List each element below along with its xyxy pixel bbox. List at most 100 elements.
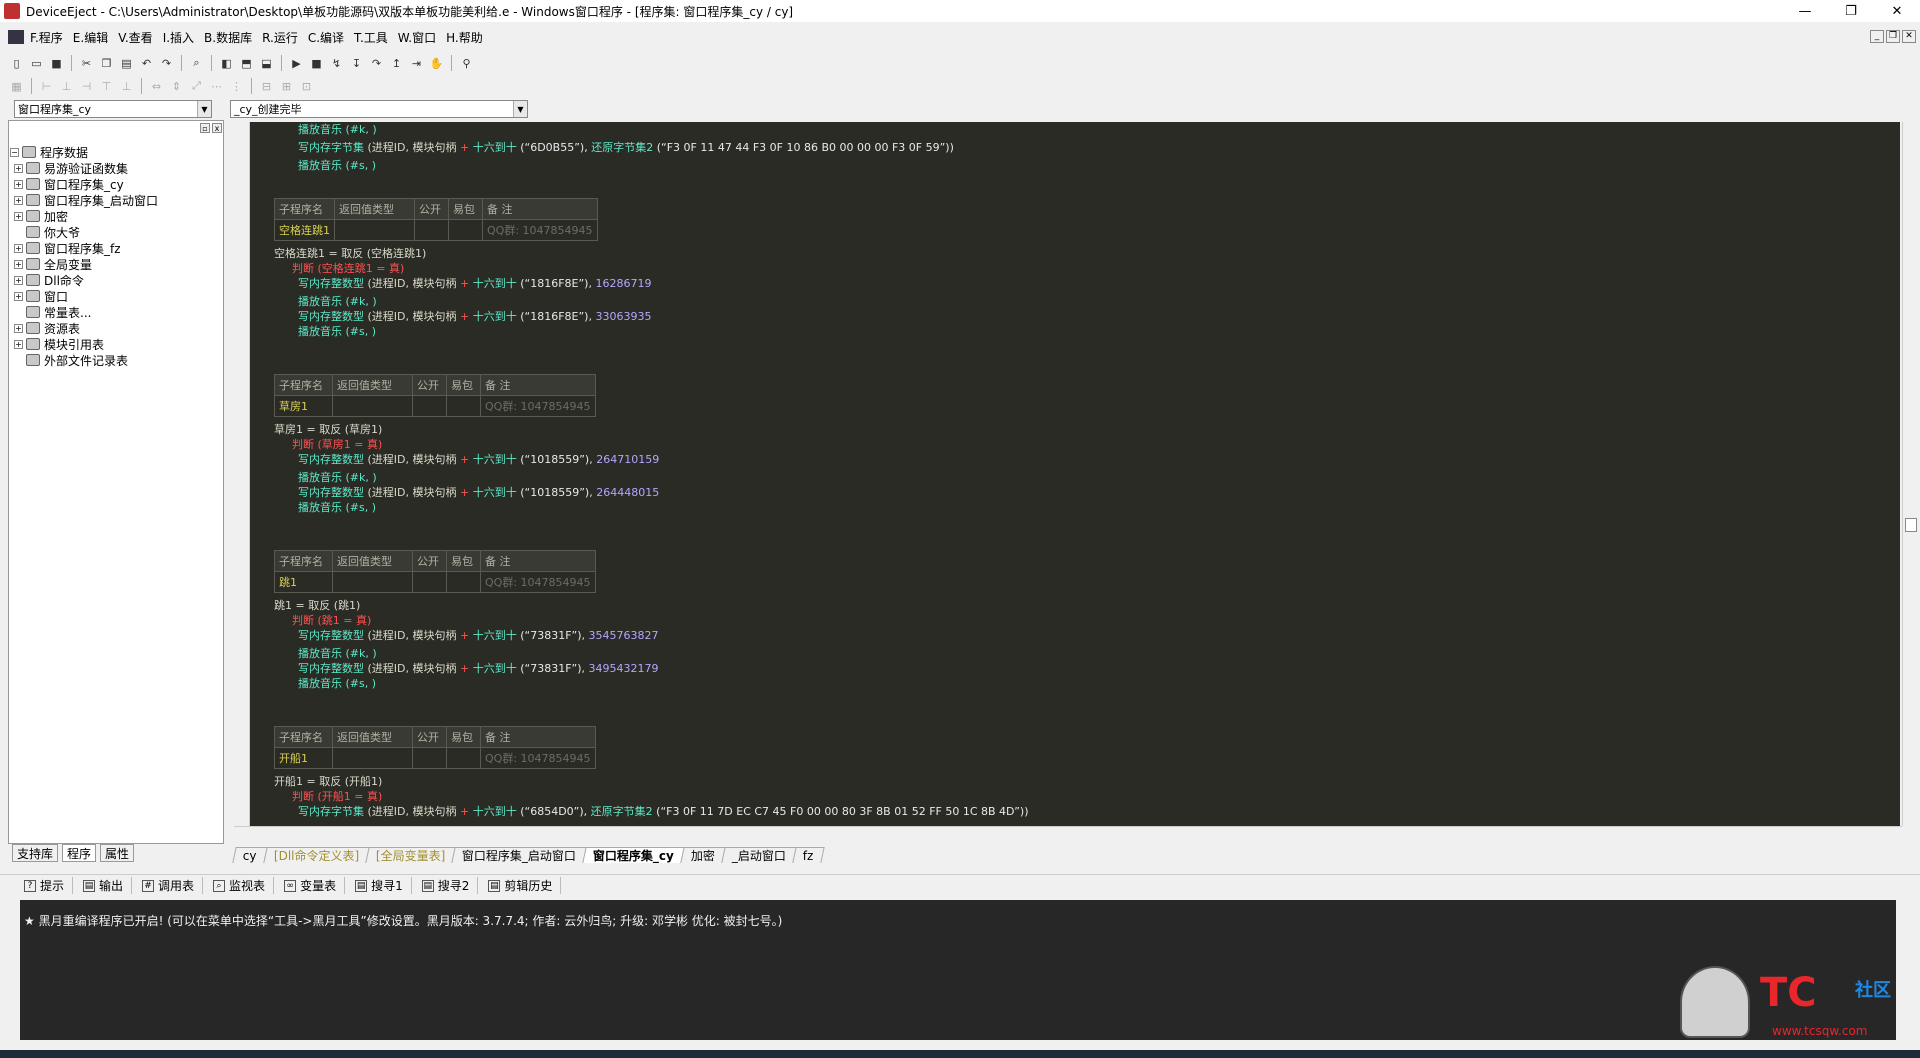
stop-icon[interactable]: ■ — [308, 55, 325, 72]
code-line[interactable]: 播放音乐 (#s, ) — [298, 158, 376, 173]
sub-name-cell[interactable]: 跳1 — [274, 571, 333, 593]
code-line[interactable]: 写内存字节集 (进程ID, 模块句柄 + 十六到十 (“6D0B55”), 还原… — [298, 140, 954, 155]
layout-top-icon[interactable]: ⬒ — [238, 55, 255, 72]
layout-left-icon[interactable]: ◧ — [218, 55, 235, 72]
sub-remark-cell[interactable]: QQ群: 1047854945 — [482, 219, 598, 241]
step-into-icon[interactable]: ↧ — [348, 55, 365, 72]
subroutine-table-row[interactable]: 空格连跳1 QQ群: 1047854945 — [274, 219, 598, 241]
tree-node[interactable]: + 模块引用表 — [14, 336, 158, 352]
align-top-icon[interactable]: ⊤ — [98, 78, 115, 95]
expand-toggle-icon[interactable]: + — [14, 339, 23, 349]
code-line[interactable]: 跳1 = 取反 (跳1) — [274, 598, 360, 613]
same-size-icon[interactable]: ⤢ — [188, 78, 205, 95]
code-line[interactable]: 写内存整数型 (进程ID, 模块句柄 + 十六到十 (“1018559”), 2… — [298, 485, 659, 500]
code-line[interactable]: 播放音乐 (#s, ) — [298, 676, 376, 691]
new-icon[interactable]: ▯ — [8, 55, 25, 72]
assembly-select[interactable]: 窗口程序集_cy ▼ — [14, 100, 212, 118]
expand-toggle-icon[interactable]: − — [10, 147, 19, 157]
code-line[interactable]: 判断 (开船1 = 真) — [292, 789, 382, 804]
mdi-close-button[interactable]: ✕ — [1902, 30, 1916, 43]
expand-toggle-icon[interactable]: + — [14, 259, 23, 269]
minimize-button[interactable]: — — [1782, 0, 1828, 22]
sub-remark-cell[interactable]: QQ群: 1047854945 — [480, 395, 596, 417]
sub-remark-cell[interactable]: QQ群: 1047854945 — [480, 571, 596, 593]
expand-toggle-icon[interactable]: + — [14, 323, 23, 333]
code-line[interactable]: 写内存整数型 (进程ID, 模块句柄 + 十六到十 (“1018559”), 2… — [298, 452, 659, 467]
sub-cell[interactable] — [332, 395, 413, 417]
code-line[interactable]: 写内存字节集 (进程ID, 模块句柄 + 十六到十 (“6854D0”), 还原… — [298, 804, 1029, 819]
tree-node[interactable]: + 加密 — [14, 208, 158, 224]
tree-node[interactable]: − 程序数据 — [10, 144, 158, 160]
sub-cell[interactable] — [448, 219, 483, 241]
align-bottom-icon[interactable]: ⊥ — [118, 78, 135, 95]
editor-tab[interactable]: 窗口程序集_cy — [582, 847, 686, 863]
output-scrollbar[interactable] — [1898, 900, 1914, 1040]
expand-toggle-icon[interactable]: + — [14, 211, 23, 221]
code-line[interactable]: 播放音乐 (#k, ) — [298, 294, 377, 309]
sub-cell[interactable] — [412, 395, 447, 417]
code-line[interactable]: 播放音乐 (#k, ) — [298, 470, 377, 485]
center-h-icon[interactable]: ⊟ — [258, 78, 275, 95]
panel-pin-icon[interactable]: ▫ — [200, 123, 210, 133]
bottom-tab[interactable]: # 调用表 — [142, 877, 204, 894]
editor-tab[interactable]: cy — [232, 847, 268, 863]
editor-tab[interactable]: [Dll命令定义表] — [263, 847, 370, 863]
subroutine-table[interactable]: 子程序名 返回值类型 公开 易包备 注开船1 QQ群: 1047854945 — [274, 726, 596, 769]
menu-tools[interactable]: T.工具 — [354, 29, 388, 46]
run-to-cursor-icon[interactable]: ⇥ — [408, 55, 425, 72]
mdi-minimize-button[interactable]: _ — [1870, 30, 1884, 43]
code-line[interactable]: 判断 (草房1 = 真) — [292, 437, 382, 452]
editor-tab[interactable]: 窗口程序集_启动窗口 — [451, 847, 588, 863]
menu-run[interactable]: R.运行 — [262, 29, 298, 46]
expand-toggle-icon[interactable]: + — [14, 179, 23, 189]
sub-cell[interactable] — [446, 747, 481, 769]
sub-cell[interactable] — [446, 571, 481, 593]
menu-edit[interactable]: E.编辑 — [73, 29, 108, 46]
close-button[interactable]: ✕ — [1874, 0, 1920, 22]
menu-window[interactable]: W.窗口 — [398, 29, 436, 46]
align-left-icon[interactable]: ⊢ — [38, 78, 55, 95]
sub-cell[interactable] — [412, 571, 447, 593]
editor-tab[interactable]: _启动窗口 — [721, 847, 798, 863]
tool-binoculars-icon[interactable]: ⚲ — [458, 55, 475, 72]
cut-icon[interactable]: ✂ — [78, 55, 95, 72]
paste-icon[interactable]: ▤ — [118, 55, 135, 72]
sub-cell[interactable] — [332, 571, 413, 593]
tab-properties[interactable]: 属性 — [100, 844, 135, 862]
hand-icon[interactable]: ✋ — [428, 55, 445, 72]
bottom-tab[interactable]: ▤ 输出 — [83, 877, 133, 894]
tree-node[interactable]: + 窗口程序集_cy — [14, 176, 158, 192]
tree-node[interactable]: + 易游验证函数集 — [14, 160, 158, 176]
expand-toggle-icon[interactable]: + — [14, 195, 23, 205]
sub-name-cell[interactable]: 草房1 — [274, 395, 333, 417]
step-out-icon[interactable]: ↥ — [388, 55, 405, 72]
maximize-button[interactable]: ❐ — [1828, 0, 1874, 22]
sub-remark-cell[interactable]: QQ群: 1047854945 — [480, 747, 596, 769]
scrollbar-thumb[interactable] — [1905, 518, 1917, 532]
tree-node[interactable]: + 全局变量 — [14, 256, 158, 272]
code-line[interactable]: 写内存整数型 (进程ID, 模块句柄 + 十六到十 (“73831F”), 34… — [298, 661, 659, 676]
expand-toggle-icon[interactable]: + — [14, 243, 23, 253]
bottom-tab[interactable]: ∞ 变量表 — [284, 877, 346, 894]
bottom-tab[interactable]: ? 提示 — [24, 877, 74, 894]
step-over-icon[interactable]: ↷ — [368, 55, 385, 72]
expand-toggle-icon[interactable]: + — [14, 291, 23, 301]
space-h-icon[interactable]: ⋯ — [208, 78, 225, 95]
run-icon[interactable]: ▶ — [288, 55, 305, 72]
subroutine-table-row[interactable]: 开船1 QQ群: 1047854945 — [274, 747, 596, 769]
sub-name-cell[interactable]: 开船1 — [274, 747, 333, 769]
menu-compile[interactable]: C.编译 — [308, 29, 344, 46]
code-line[interactable]: 播放音乐 (#k, ) — [298, 646, 377, 661]
tree-node[interactable]: + 窗口程序集_fz — [14, 240, 158, 256]
sub-name-cell[interactable]: 空格连跳1 — [274, 219, 335, 241]
menu-view[interactable]: V.查看 — [118, 29, 152, 46]
subroutine-table[interactable]: 子程序名 返回值类型 公开 易包备 注空格连跳1 QQ群: 1047854945 — [274, 198, 598, 241]
code-line[interactable]: 空格连跳1 = 取反 (空格连跳1) — [274, 246, 426, 261]
bottom-tab[interactable]: ▤ 剪辑历史 — [488, 877, 562, 894]
code-line[interactable]: 写内存整数型 (进程ID, 模块句柄 + 十六到十 (“1816F8E”), 3… — [298, 309, 651, 324]
sub-cell[interactable] — [332, 747, 413, 769]
menu-database[interactable]: B.数据库 — [204, 29, 252, 46]
subroutine-table-row[interactable]: 草房1 QQ群: 1047854945 — [274, 395, 596, 417]
code-line[interactable]: 判断 (空格连跳1 = 真) — [292, 261, 404, 276]
code-line[interactable]: 播放音乐 (#s, ) — [298, 500, 376, 515]
